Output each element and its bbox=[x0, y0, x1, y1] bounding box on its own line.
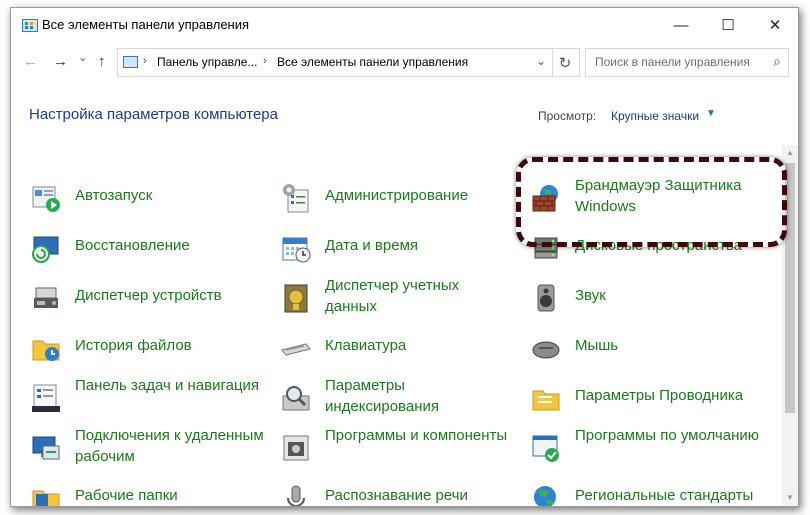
firewall-highlight-outline bbox=[516, 157, 787, 247]
item-file-history[interactable]: История файлов bbox=[30, 325, 270, 369]
scroll-up-arrow-icon[interactable]: ▲ bbox=[782, 145, 798, 161]
item-mouse[interactable]: Мышь bbox=[530, 325, 770, 369]
item-label: Звук bbox=[575, 287, 606, 304]
device-manager-icon bbox=[34, 287, 58, 308]
minimize-button[interactable]: — bbox=[658, 8, 704, 42]
calendar-clock-icon bbox=[282, 237, 311, 263]
indexing-icon bbox=[282, 386, 310, 411]
breadcrumb-control-panel[interactable]: Панель управле... bbox=[157, 55, 257, 69]
breadcrumb-all-items[interactable]: Все элементы панели управления bbox=[277, 55, 468, 69]
microphone-icon bbox=[287, 485, 305, 506]
item-remote-desktop[interactable]: Подключения к удаленным рабочим bbox=[30, 425, 270, 469]
item-explorer-options[interactable]: Параметры Проводника bbox=[530, 375, 770, 419]
item-label: Рабочие папки bbox=[75, 487, 178, 504]
taskbar-icon bbox=[32, 384, 60, 412]
globe-icon bbox=[534, 486, 556, 506]
view-mode-caret-icon[interactable]: ▼ bbox=[706, 108, 716, 119]
item-label: Панель задач и навигация bbox=[75, 377, 260, 394]
item-autoplay[interactable]: Автозапуск bbox=[30, 175, 270, 219]
page-title: Настройка параметров компьютера bbox=[29, 106, 278, 123]
item-recovery[interactable]: Восстановление bbox=[30, 225, 270, 269]
item-taskbar[interactable]: Панель задач и навигация bbox=[30, 375, 270, 419]
item-date-time[interactable]: Дата и время bbox=[280, 225, 520, 269]
forward-arrow-icon[interactable]: → bbox=[53, 53, 68, 70]
breadcrumb-separator-icon[interactable]: › bbox=[143, 55, 147, 67]
credential-manager-icon bbox=[284, 284, 308, 313]
item-region[interactable]: Региональные стандарты bbox=[530, 475, 770, 506]
search-box[interactable]: Поиск в панели управления ⌕ bbox=[585, 48, 789, 77]
item-label: Диспетчер учетных данных bbox=[325, 277, 460, 315]
item-label: История файлов bbox=[75, 337, 192, 354]
item-label: Диспетчер устройств bbox=[75, 287, 222, 304]
programs-icon bbox=[283, 435, 309, 461]
administrative-tools-icon bbox=[283, 184, 309, 213]
title-bar: Все элементы панели управления — ☐ ✕ bbox=[11, 8, 798, 42]
item-label: Автозапуск bbox=[75, 187, 153, 204]
up-arrow-icon[interactable]: ↑ bbox=[98, 53, 106, 70]
file-history-icon bbox=[32, 340, 60, 361]
item-label: Мышь bbox=[575, 337, 619, 354]
window-title: Все элементы панели управления bbox=[42, 17, 250, 32]
item-label: Программы по умолчанию bbox=[575, 427, 759, 444]
item-label: Клавиатура bbox=[325, 337, 407, 354]
view-mode-dropdown[interactable]: Крупные значки bbox=[611, 109, 699, 123]
maximize-button[interactable]: ☐ bbox=[705, 8, 751, 42]
item-label: Параметры Проводника bbox=[575, 387, 744, 404]
item-keyboard[interactable]: Клавиатура bbox=[280, 325, 520, 369]
breadcrumb-separator-icon[interactable]: › bbox=[263, 55, 267, 67]
item-default-programs[interactable]: Программы по умолчанию bbox=[530, 425, 770, 469]
item-administrative-tools[interactable]: Администрирование bbox=[280, 175, 520, 219]
scroll-down-arrow-icon[interactable]: ▼ bbox=[782, 490, 798, 506]
search-icon[interactable]: ⌕ bbox=[773, 53, 781, 70]
back-arrow-icon[interactable]: ← bbox=[23, 53, 38, 70]
explorer-options-icon bbox=[532, 390, 560, 411]
recent-locations-chevron-icon[interactable]: ⌄ bbox=[78, 51, 87, 64]
address-toolbar: ← → ⌄ ↑ › Панель управле... › Все элемен… bbox=[11, 42, 798, 82]
address-bar[interactable]: › Панель управле... › Все элементы панел… bbox=[117, 48, 553, 77]
item-programs-features[interactable]: Программы и компоненты bbox=[280, 425, 520, 469]
default-programs-icon bbox=[532, 435, 559, 462]
view-label: Просмотр: bbox=[538, 109, 597, 123]
control-panel-icon bbox=[22, 19, 38, 32]
item-device-manager[interactable]: Диспетчер устройств bbox=[30, 275, 270, 319]
control-panel-window: Все элементы панели управления — ☐ ✕ ← →… bbox=[10, 7, 799, 507]
mouse-icon bbox=[532, 341, 560, 359]
item-indexing-options[interactable]: Параметры индексирования bbox=[280, 375, 520, 419]
item-label: Программы и компоненты bbox=[325, 427, 508, 444]
item-label: Параметры индексирования bbox=[325, 377, 439, 415]
refresh-button[interactable]: ↻ bbox=[551, 48, 580, 77]
autoplay-icon bbox=[32, 186, 60, 212]
item-label: Восстановление bbox=[75, 237, 190, 254]
recovery-icon bbox=[32, 236, 59, 263]
speaker-icon bbox=[537, 284, 555, 312]
item-label: Дата и время bbox=[325, 237, 419, 254]
search-input[interactable]: Поиск в панели управления bbox=[595, 55, 750, 69]
address-dropdown-chevron-icon[interactable]: ⌄ bbox=[536, 54, 546, 68]
close-button[interactable]: ✕ bbox=[752, 8, 798, 42]
item-speech-recognition[interactable]: Распознавание речи bbox=[280, 475, 520, 506]
control-panel-small-icon bbox=[123, 56, 138, 68]
item-label: Подключения к удаленным рабочим bbox=[75, 427, 264, 465]
keyboard-icon bbox=[281, 343, 311, 356]
item-credential-manager[interactable]: Диспетчер учетных данных bbox=[280, 275, 520, 319]
item-label: Распознавание речи bbox=[325, 487, 468, 504]
item-label: Администрирование bbox=[325, 187, 469, 204]
work-folders-icon bbox=[32, 490, 60, 506]
item-label: Региональные стандарты bbox=[575, 487, 754, 504]
remote-desktop-icon bbox=[32, 436, 60, 460]
item-work-folders[interactable]: Рабочие папки bbox=[30, 475, 270, 506]
item-sound[interactable]: Звук bbox=[530, 275, 770, 319]
